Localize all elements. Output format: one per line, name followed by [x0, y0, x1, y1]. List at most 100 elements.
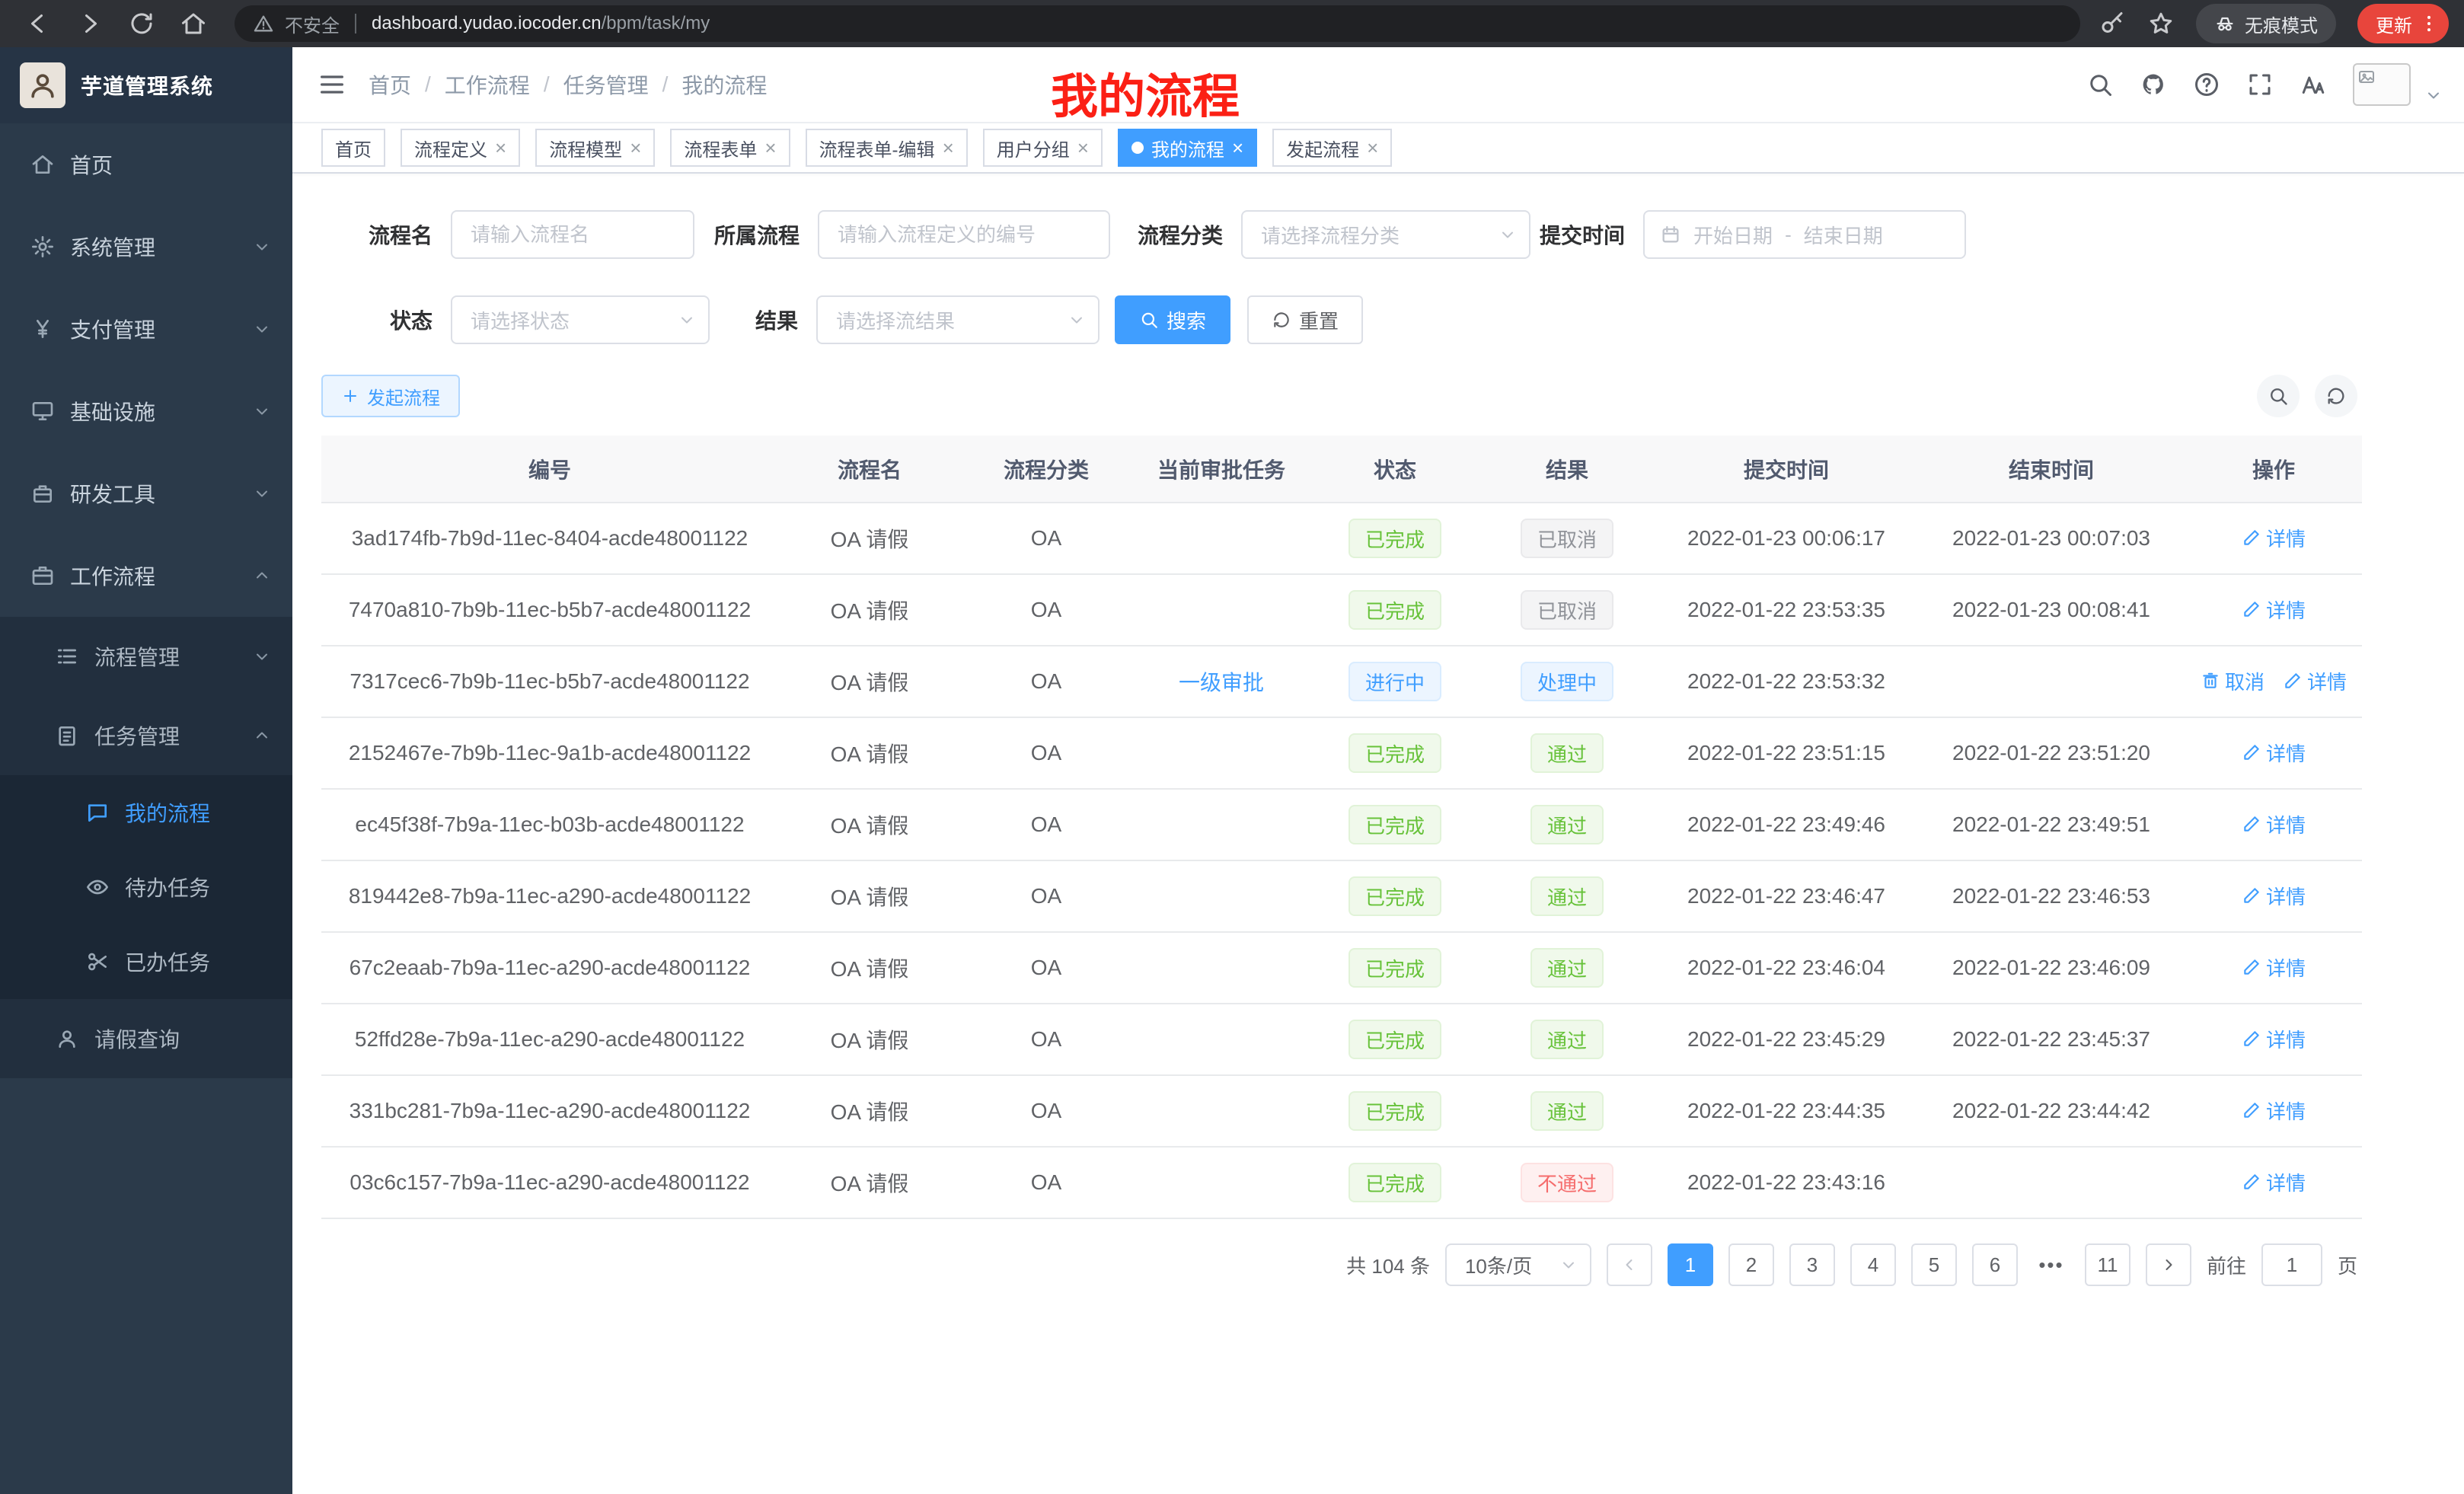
cell-current-task: [1131, 574, 1311, 646]
cell-process-id: 7470a810-7b9b-11ec-b5b7-acde48001122: [321, 574, 778, 646]
tab[interactable]: 发起流程×: [1272, 129, 1392, 167]
goto-page-input[interactable]: [2261, 1243, 2322, 1286]
tab[interactable]: 流程定义×: [401, 129, 520, 167]
owner-process-input[interactable]: [818, 210, 1110, 259]
submit-time-range[interactable]: 开始日期 - 结束日期: [1643, 210, 1966, 259]
breadcrumb-item[interactable]: 任务管理: [563, 69, 649, 100]
detail-link[interactable]: 详情: [2242, 882, 2306, 910]
cell-submit-time: 2022-01-22 23:49:46: [1655, 789, 1917, 860]
reload-icon[interactable]: [128, 10, 155, 37]
status-select[interactable]: 请选择状态: [451, 295, 710, 344]
tab[interactable]: 流程表单×: [670, 129, 790, 167]
page-button[interactable]: 11: [2085, 1243, 2130, 1286]
update-button[interactable]: 更新: [2357, 4, 2449, 43]
detail-link[interactable]: 详情: [2242, 739, 2306, 767]
chevron-down-icon[interactable]: [2424, 86, 2443, 104]
reset-button[interactable]: 重置: [1247, 295, 1363, 344]
process-name-input[interactable]: [451, 210, 694, 259]
close-icon[interactable]: ×: [943, 138, 954, 158]
current-task-link[interactable]: 一级审批: [1179, 671, 1264, 694]
cell-submit-time: 2022-01-22 23:46:04: [1655, 932, 1917, 1004]
cell-submit-time: 2022-01-22 23:44:35: [1655, 1075, 1917, 1147]
cancel-link[interactable]: 取消: [2201, 667, 2265, 695]
tab[interactable]: 我的流程×: [1118, 129, 1257, 167]
forward-icon[interactable]: [76, 10, 104, 37]
show-search-button[interactable]: [2257, 375, 2300, 417]
detail-link[interactable]: 详情: [2242, 1025, 2306, 1053]
detail-link[interactable]: 详情: [2242, 1097, 2306, 1125]
search-icon[interactable]: [2086, 71, 2114, 98]
sidebar-item[interactable]: 系统管理: [0, 206, 292, 288]
sidebar-item[interactable]: 基础设施: [0, 370, 292, 452]
sidebar-item[interactable]: 首页: [0, 123, 292, 206]
sidebar-item[interactable]: 任务管理: [0, 696, 292, 775]
tab[interactable]: 流程模型×: [535, 129, 655, 167]
refresh-icon: [1272, 310, 1291, 330]
detail-link[interactable]: 详情: [2242, 524, 2306, 552]
more-pages-icon[interactable]: •••: [2033, 1253, 2070, 1277]
font-size-icon[interactable]: [2300, 71, 2327, 98]
sidebar-item[interactable]: 工作流程: [0, 535, 292, 617]
tab[interactable]: 首页: [321, 129, 385, 167]
cell-process-id: 331bc281-7b9a-11ec-a290-acde48001122: [321, 1075, 778, 1147]
sidebar-item[interactable]: 支付管理: [0, 288, 292, 370]
cell-category: OA: [961, 860, 1131, 932]
detail-link[interactable]: 详情: [2242, 595, 2306, 624]
home-icon[interactable]: [180, 10, 207, 37]
breadcrumb-item[interactable]: 我的流程: [681, 69, 767, 100]
fullscreen-icon[interactable]: [2246, 71, 2274, 98]
close-icon[interactable]: ×: [1077, 138, 1089, 158]
cell-process-name: OA 请假: [778, 717, 961, 789]
sidebar-item[interactable]: 研发工具: [0, 452, 292, 535]
page-button[interactable]: 3: [1789, 1243, 1835, 1286]
sidebar-item[interactable]: 我的流程: [0, 775, 292, 850]
search-button[interactable]: 搜索: [1115, 295, 1230, 344]
detail-link[interactable]: 详情: [2242, 1168, 2306, 1196]
sidebar-item[interactable]: 待办任务: [0, 850, 292, 924]
breadcrumb-item[interactable]: 首页: [369, 69, 411, 100]
close-icon[interactable]: ×: [764, 138, 776, 158]
close-icon[interactable]: ×: [495, 138, 506, 158]
page-button[interactable]: 5: [1911, 1243, 1957, 1286]
kebab-menu-icon[interactable]: [2418, 13, 2440, 34]
address-bar[interactable]: 不安全 dashboard.yudao.iocoder.cn/bpm/task/…: [235, 5, 2080, 42]
close-icon[interactable]: ×: [1367, 138, 1378, 158]
create-process-button[interactable]: 发起流程: [321, 375, 460, 417]
cell-actions: 详情: [2185, 503, 2362, 574]
result-select[interactable]: 请选择流结果: [816, 295, 1100, 344]
avatar[interactable]: [2353, 63, 2411, 106]
github-icon[interactable]: [2140, 71, 2167, 98]
detail-link[interactable]: 详情: [2242, 953, 2306, 982]
status-label: 状态: [347, 305, 451, 335]
breadcrumb-item[interactable]: 工作流程: [445, 69, 530, 100]
cell-process-name: OA 请假: [778, 503, 961, 574]
page-button[interactable]: 1: [1668, 1243, 1713, 1286]
page-size-select[interactable]: 10条/页: [1445, 1243, 1591, 1286]
app-logo[interactable]: 芋道管理系统: [0, 47, 292, 123]
page-button[interactable]: 6: [1972, 1243, 2018, 1286]
next-page-button[interactable]: [2146, 1243, 2191, 1286]
category-select[interactable]: 请选择流程分类: [1241, 210, 1530, 259]
key-icon[interactable]: [2099, 10, 2126, 37]
cell-category: OA: [961, 1075, 1131, 1147]
page-button[interactable]: 2: [1728, 1243, 1774, 1286]
tab[interactable]: 用户分组×: [983, 129, 1103, 167]
detail-link[interactable]: 详情: [2242, 810, 2306, 838]
question-icon[interactable]: [2193, 71, 2220, 98]
close-icon[interactable]: ×: [1232, 138, 1243, 158]
star-icon[interactable]: [2147, 10, 2175, 37]
refresh-table-button[interactable]: [2315, 375, 2357, 417]
tab[interactable]: 流程表单-编辑×: [806, 129, 968, 167]
page-button[interactable]: 4: [1850, 1243, 1896, 1286]
close-icon[interactable]: ×: [630, 138, 641, 158]
edit-icon: [2242, 1100, 2261, 1120]
sidebar-item[interactable]: 请假查询: [0, 999, 292, 1078]
detail-link[interactable]: 详情: [2283, 667, 2347, 695]
back-icon[interactable]: [24, 10, 52, 37]
sidebar-item[interactable]: 已办任务: [0, 924, 292, 999]
incognito-label: 无痕模式: [2245, 11, 2318, 37]
sidebar-item[interactable]: 流程管理: [0, 617, 292, 696]
hamburger-icon[interactable]: [317, 69, 347, 100]
prev-page-button[interactable]: [1607, 1243, 1652, 1286]
cell-end-time: [1917, 646, 2185, 717]
